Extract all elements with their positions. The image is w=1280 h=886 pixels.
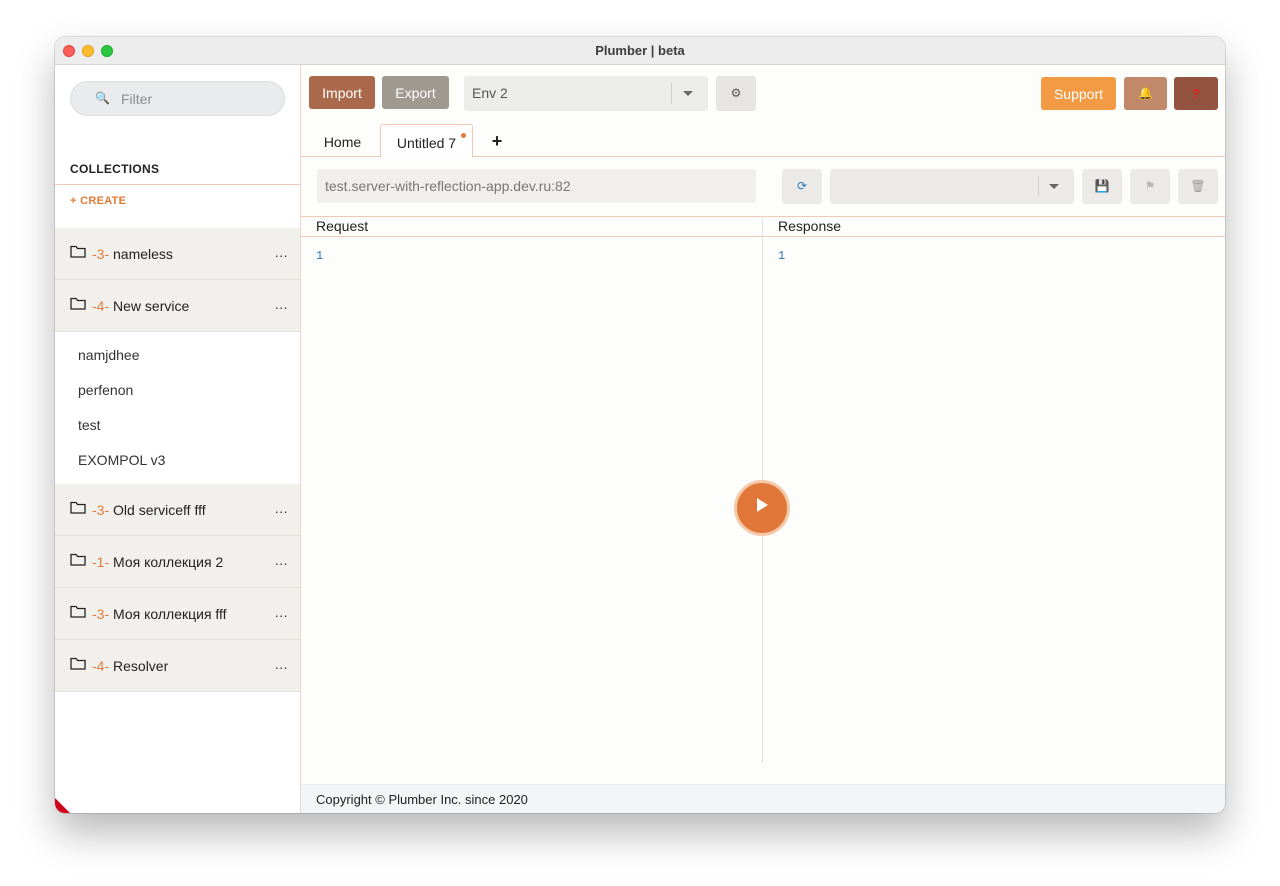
divider: [301, 216, 1225, 217]
gear-icon: ⚙: [730, 86, 742, 100]
close-window-button[interactable]: [63, 45, 75, 57]
sidebar: 🔍 COLLECTIONS + CREATE -3- nameless ... …: [55, 65, 301, 813]
collection-count: -3-: [92, 502, 110, 518]
request-item[interactable]: EXOMPOL v3: [55, 443, 300, 478]
flag-button[interactable]: ⚑: [1130, 169, 1170, 204]
chevron-down-icon: [683, 91, 693, 96]
method-select[interactable]: [830, 169, 1074, 204]
tab-home[interactable]: Home: [311, 124, 374, 157]
collections-list: -3- nameless ... -4- New service ... nam…: [55, 228, 300, 692]
collection-name: Моя коллекция fff: [113, 606, 227, 622]
collection-name: Моя коллекция 2: [113, 554, 224, 570]
window-title: Plumber | beta: [595, 43, 685, 58]
folder-icon: [70, 605, 86, 618]
request-item[interactable]: perfenon: [55, 373, 300, 408]
question-icon: ?: [1192, 86, 1200, 101]
refresh-icon: ⟳: [796, 179, 808, 193]
collection-more-button[interactable]: ...: [275, 244, 288, 260]
export-button[interactable]: Export: [382, 76, 449, 109]
expanded-collection-items: namjdhee perfenon test EXOMPOL v3: [55, 332, 300, 484]
folder-icon: [70, 501, 86, 514]
trash-icon: 🗑: [1190, 179, 1206, 193]
notifications-button[interactable]: 🔔: [1124, 77, 1167, 110]
select-separator: [671, 83, 672, 104]
response-editor-line-number: 1: [778, 249, 786, 263]
collection-more-button[interactable]: ...: [275, 656, 288, 672]
collection-item[interactable]: -4- New service ...: [55, 280, 300, 332]
maximize-window-button[interactable]: [101, 45, 113, 57]
environment-select[interactable]: Env 2: [464, 76, 708, 111]
tab-label: Untitled 7: [396, 135, 457, 151]
tab-untitled[interactable]: Untitled 7: [380, 124, 473, 158]
create-collection-link[interactable]: + CREATE: [70, 195, 126, 207]
collection-more-button[interactable]: ...: [275, 552, 288, 568]
collections-heading: COLLECTIONS: [70, 162, 160, 176]
play-icon: [757, 498, 768, 512]
filter-box[interactable]: 🔍: [70, 81, 285, 116]
save-icon: 💾: [1094, 179, 1110, 193]
collection-more-button[interactable]: ...: [275, 500, 288, 516]
collection-item[interactable]: -3- Old serviceff fff ...: [55, 484, 300, 536]
request-pane-title: Request: [316, 218, 369, 234]
select-separator: [1038, 176, 1039, 197]
request-item[interactable]: namjdhee: [55, 338, 300, 373]
collection-count: -1-: [92, 554, 110, 570]
request-editor-line-number[interactable]: 1: [316, 249, 323, 263]
unsaved-indicator: [461, 133, 466, 138]
collection-item[interactable]: -1- Моя коллекция 2 ...: [55, 536, 300, 588]
main-area: Import Export Env 2 ⚙ Support 🔔 ? Home U…: [301, 65, 1225, 813]
app-window: Plumber | beta 🔍 COLLECTIONS + CREATE -3…: [55, 37, 1225, 813]
environment-value: Env 2: [472, 85, 508, 101]
filter-input[interactable]: [121, 88, 271, 110]
folder-icon: [70, 657, 86, 670]
beta-ribbon: BETA: [55, 780, 108, 813]
collection-item[interactable]: -3- Моя коллекция fff ...: [55, 588, 300, 640]
import-button[interactable]: Import: [309, 76, 375, 109]
collection-count: -4-: [92, 298, 110, 314]
folder-icon: [70, 553, 86, 566]
collection-count: -3-: [92, 606, 110, 622]
collection-item[interactable]: -3- nameless ...: [55, 228, 300, 280]
add-tab-button[interactable]: +: [487, 124, 507, 157]
delete-button[interactable]: 🗑: [1178, 169, 1218, 204]
chevron-down-icon: [1049, 184, 1059, 189]
copyright-text: Copyright © Plumber Inc. since 2020: [316, 792, 528, 807]
divider: [301, 236, 1225, 237]
collection-name: New service: [113, 298, 190, 314]
collection-more-button[interactable]: ...: [275, 604, 288, 620]
response-pane-title: Response: [778, 218, 842, 234]
bell-icon: 🔔: [1138, 86, 1153, 100]
folder-icon: [70, 297, 86, 310]
minimize-window-button[interactable]: [82, 45, 94, 57]
collection-name: Old serviceff fff: [113, 502, 206, 518]
save-button[interactable]: 💾: [1082, 169, 1122, 204]
collection-name: Resolver: [113, 658, 169, 674]
collection-count: -3-: [92, 246, 110, 262]
request-item[interactable]: test: [55, 408, 300, 443]
refresh-button[interactable]: ⟳: [782, 169, 822, 204]
flag-icon: ⚑: [1144, 179, 1156, 193]
collection-name: nameless: [113, 246, 173, 262]
help-button[interactable]: ?: [1174, 77, 1218, 110]
environment-settings-button[interactable]: ⚙: [716, 76, 756, 111]
folder-icon: [70, 245, 86, 258]
url-input[interactable]: [317, 169, 756, 203]
collection-more-button[interactable]: ...: [275, 296, 288, 312]
tab-bar: Home Untitled 7 +: [301, 124, 1225, 158]
collection-item[interactable]: -4- Resolver ...: [55, 640, 300, 692]
collection-count: -4-: [92, 658, 110, 674]
support-button[interactable]: Support: [1041, 77, 1116, 110]
run-request-button[interactable]: [734, 480, 790, 536]
title-bar: Plumber | beta: [55, 37, 1225, 65]
divider: [55, 184, 300, 185]
search-icon: 🔍: [95, 91, 110, 105]
footer: Copyright © Plumber Inc. since 2020: [301, 784, 1225, 813]
